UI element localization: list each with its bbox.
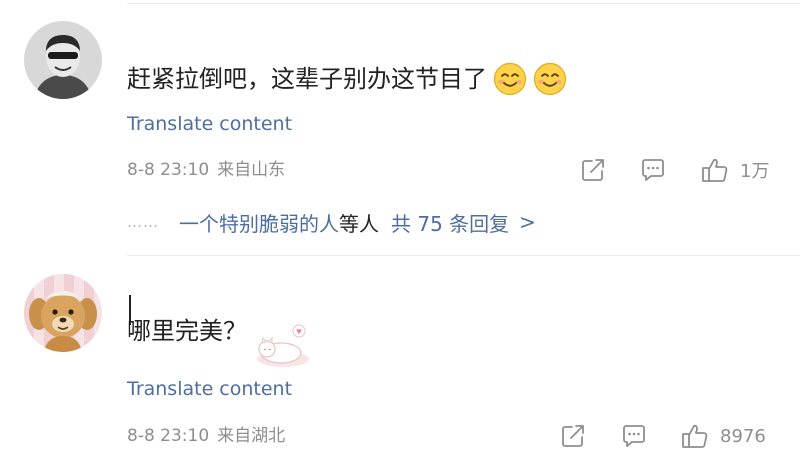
comment-meta-text: 8-8 23:10 来自山东 [127, 158, 285, 182]
comment-button[interactable] [639, 155, 667, 185]
comment-text: 赶紧拉倒吧，这辈子别办这节目了 [127, 62, 567, 96]
comment-button[interactable] [620, 421, 648, 451]
comment-meta: 8-8 23:10 来自湖北 8976 [127, 421, 780, 451]
like-count: 1万 [740, 161, 770, 182]
comment-icon [623, 425, 645, 447]
reply-users-suffix: 等人 [339, 211, 379, 236]
comment-location: 来自湖北 [217, 426, 286, 446]
like-button[interactable]: 8976 [680, 421, 766, 451]
share-button[interactable] [559, 421, 587, 451]
comment-location: 来自山东 [217, 160, 286, 180]
comment-body: 赶紧拉倒吧，这辈子别办这节目了 [127, 65, 487, 93]
chevron-right-icon: > [519, 210, 536, 234]
share-icon [582, 159, 604, 181]
avatar[interactable] [24, 274, 102, 352]
thumbs-up-icon [702, 158, 728, 182]
reply-count-link[interactable]: 共 75 条回复 [391, 208, 509, 237]
avatar[interactable] [24, 21, 102, 99]
comment-item: 赶紧拉倒吧，这辈子别办这节目了 Translate content 8-8 23… [0, 0, 800, 256]
comment-item: 哪里完美？ Translate content 8-8 23:10 来自湖北 8… [0, 257, 800, 465]
thumbs-up-icon [682, 424, 708, 448]
comment-icon [642, 159, 664, 181]
replies-ellipsis: …… [127, 213, 159, 231]
sleeping-cat-sticker-icon [257, 324, 309, 367]
comment-meta: 8-8 23:10 来自山东 1万 [127, 155, 780, 185]
like-count: 8976 [720, 425, 766, 447]
replies-summary[interactable]: …… 一个特别脆弱的人 等人 共 75 条回复 > [127, 205, 536, 239]
avatar-image [24, 274, 102, 352]
share-button[interactable] [579, 155, 607, 185]
comment-date: 8-8 23:10 [127, 160, 210, 180]
translate-link[interactable]: Translate content [127, 111, 292, 137]
reply-user-name[interactable]: 一个特别脆弱的人 [179, 208, 339, 237]
smile-emoji-icon [533, 62, 567, 96]
comment-divider [127, 255, 800, 256]
avatar-image [24, 21, 102, 99]
comment-meta-text: 8-8 23:10 来自湖北 [127, 424, 285, 448]
translate-link[interactable]: Translate content [127, 376, 292, 402]
smile-emoji-icon [493, 62, 527, 96]
comment-date: 8-8 23:10 [127, 426, 210, 446]
like-button[interactable]: 1万 [700, 155, 769, 185]
share-icon [562, 425, 584, 447]
comment-text: 哪里完美？ [127, 315, 247, 347]
comment-body: 哪里完美？ [127, 317, 247, 345]
